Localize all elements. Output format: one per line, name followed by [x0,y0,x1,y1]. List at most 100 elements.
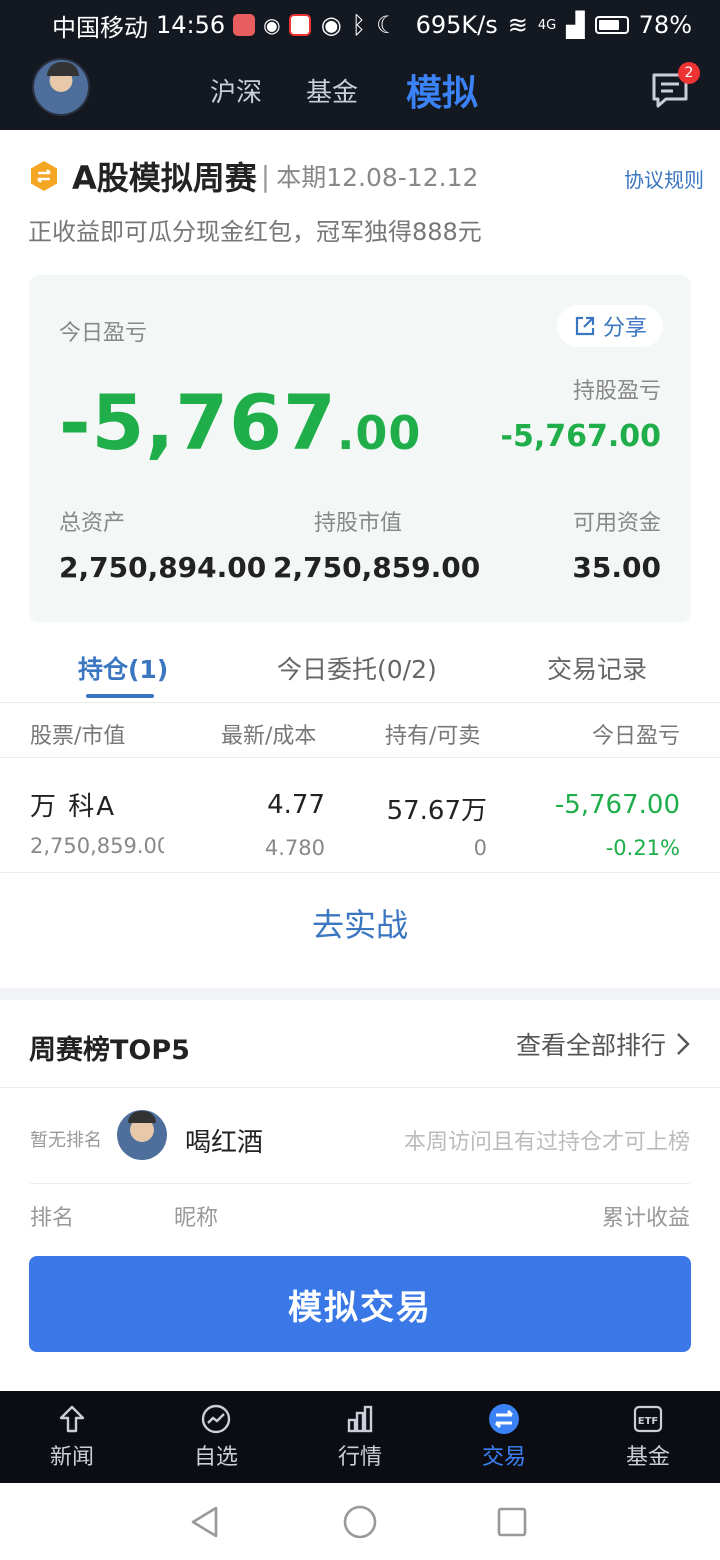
section-separator [0,988,720,1000]
bottom-nav-news[interactable]: 新闻 [0,1391,144,1483]
moon-icon: ☾ [376,11,398,39]
row-today-pnl: -5,767.00 [554,790,680,820]
tab-fund[interactable]: 基金 [306,72,358,109]
app-notification-icon [233,14,256,36]
my-nickname: 喝红酒 [185,1128,264,1158]
stock-name: 万 科A [30,792,117,822]
rank-column-header: 排名 [30,1206,75,1231]
pnl-summary-card: 今日盈亏 分享 -5,767.00 持股盈亏 -5,767.00 总资产 2,7… [29,275,691,622]
col-holding-sellable: 持有/可卖 [385,724,481,749]
divider [0,1087,720,1088]
message-badge: 2 [678,62,700,84]
home-icon[interactable] [342,1504,378,1540]
share-icon [575,316,595,336]
market-value-label: 持股市值 [314,511,403,536]
contest-header: A股模拟周赛 | 本期12.08-12.12 协议规则 正收益即可瓜分现金红包，… [28,150,708,247]
news-arrow-icon [59,1405,85,1433]
tab-today-orders[interactable]: 今日委托(0/2) [277,650,437,686]
col-today-pnl: 今日盈亏 [591,724,680,749]
available-funds-label: 可用资金 [572,511,661,536]
contest-period: 本期12.08-12.12 [276,163,479,192]
col-latest-cost: 最新/成本 [221,724,317,749]
trend-circle-icon [201,1404,231,1434]
mock-trade-button[interactable]: 模拟交易 [29,1256,691,1352]
bar-chart-icon [347,1405,373,1433]
clock: 14:56 [156,11,226,39]
cost-price: 4.780 [264,836,325,860]
contest-divider: | [260,159,271,193]
available-funds-value: 35.00 [572,551,661,584]
ranking-eligibility-note: 本周访问且有过持仓才可上榜 [403,1130,690,1155]
total-assets-value: 2,750,894.00 [59,551,267,584]
table-row[interactable]: 万 科A 2,750,859.00 4.77 4.780 57.67万 0 -5… [0,758,720,872]
bottom-nav-watchlist-label: 自选 [193,1445,238,1470]
holding-pnl-label: 持股盈亏 [572,379,661,404]
wifi-icon: ≋ [507,11,528,39]
share-button[interactable]: 分享 [557,305,663,347]
positions-table-header: 股票/市值 最新/成本 持有/可卖 今日盈亏 [0,702,720,758]
today-pnl-decimal: .00 [336,406,422,460]
divider [0,872,720,873]
my-rank-row: 暂无排名 喝红酒 本周访问且有过持仓才可上榜 [0,1100,720,1180]
cumulative-return-column-header: 累计收益 [601,1206,690,1231]
nickname-column-header: 昵称 [174,1206,219,1231]
network-speed: 695K/s [415,11,498,39]
battery-level: 78% [638,11,692,39]
chevron-right-icon [677,1033,690,1055]
weekly-ranking-title: 周赛榜TOP5 [29,1035,190,1066]
divider [30,1183,690,1184]
col-stock-value: 股票/市值 [30,724,126,749]
contest-subtitle: 正收益即可瓜分现金红包，冠军独得888元 [28,218,482,246]
bottom-nav-watchlist[interactable]: 自选 [144,1391,288,1483]
stock-app-icon [288,14,311,36]
go-live-trading-link[interactable]: 去实战 [0,900,720,946]
stock-market-value: 2,750,859.00 [30,834,164,858]
no-rank-label: 暂无排名 [30,1130,102,1151]
bottom-nav-news-label: 新闻 [49,1445,94,1470]
bottom-nav-trade[interactable]: 交易 [432,1391,576,1483]
position-tabs: 持仓(1) 今日委托(0/2) 交易记录 [0,640,720,702]
back-icon[interactable] [188,1505,222,1539]
eye-icon: ◉ [320,11,342,39]
bottom-nav-trade-label: 交易 [481,1445,526,1470]
holding-pnl-value: -5,767.00 [500,419,662,454]
system-nav-bar [0,1483,720,1560]
tab-positions[interactable]: 持仓(1) [78,650,168,686]
row-today-pnl-pct: -0.21% [605,836,680,860]
bottom-nav-market[interactable]: 行情 [288,1391,432,1483]
contest-title: A股模拟周赛 [72,159,257,197]
etf-icon-label: ETF [638,1416,658,1427]
tab-hushen[interactable]: 沪深 [210,72,262,109]
status-bar: 中国移动 14:56 ◉ ◉ ᛒ ☾ 695K/s ≋ 4G ▟ 78% [0,0,720,50]
total-assets-label: 总资产 [59,511,126,536]
bottom-nav: 新闻 自选 行情 交易 ETF 基金 [0,1391,720,1483]
etf-icon: ETF [633,1405,663,1433]
bluetooth-icon: ᛒ [351,11,367,39]
today-pnl-value: -5,767.00 [59,383,421,473]
contest-hexagon-icon [31,161,57,191]
wechat-icon: ◉ [263,13,281,37]
latest-price: 4.77 [267,790,325,820]
today-pnl-integer: -5,767 [59,378,337,467]
bottom-nav-fund-label: 基金 [625,1445,670,1470]
exchange-icon [489,1404,519,1434]
my-avatar [117,1110,167,1160]
active-tab-indicator [86,694,154,698]
tab-simulation[interactable]: 模拟 [406,64,478,116]
tab-trade-records[interactable]: 交易记录 [547,650,647,686]
user-avatar[interactable] [32,58,90,116]
recent-apps-icon[interactable] [496,1506,528,1538]
holding-quantity: 57.67万 [386,796,487,826]
signal-icon: ▟ [566,11,585,39]
sellable-quantity: 0 [473,836,487,860]
share-label: 分享 [602,316,647,341]
agreement-rules-link[interactable]: 协议规则 [624,164,704,193]
battery-icon [594,16,629,34]
signal-label: 4G [537,17,557,33]
today-pnl-label: 今日盈亏 [59,321,148,346]
top-nav: 沪深 基金 模拟 2 [0,50,720,130]
view-all-ranking-link[interactable]: 查看全部排行 [516,1026,692,1062]
carrier-label: 中国移动 [52,13,148,42]
bottom-nav-fund[interactable]: ETF 基金 [576,1391,720,1483]
market-value-value: 2,750,859.00 [273,551,481,584]
